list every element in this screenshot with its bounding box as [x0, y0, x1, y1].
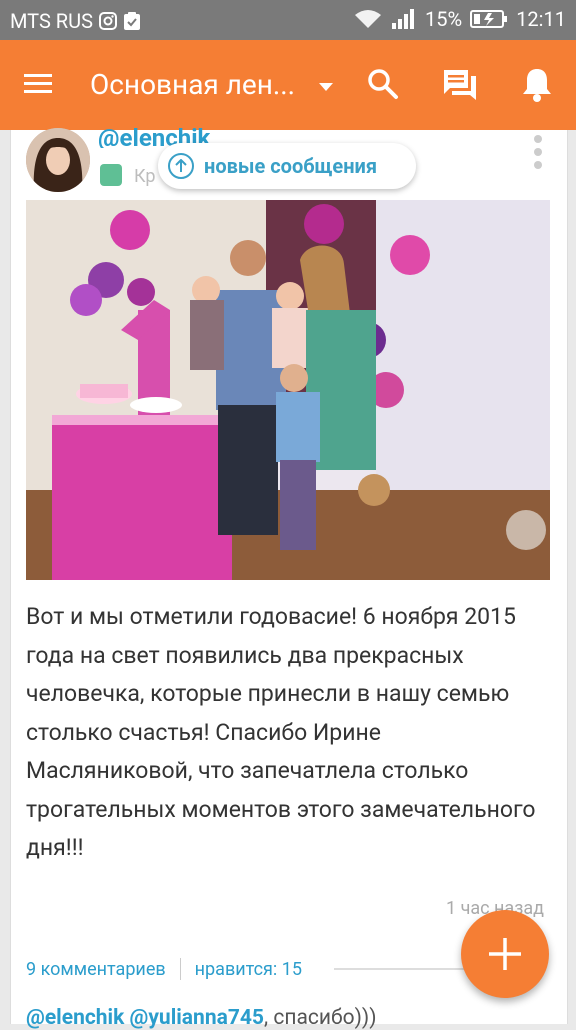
new-messages-pill[interactable]: новые сообщения: [158, 143, 416, 189]
comment-mentions[interactable]: @elenchik @yulianna745: [26, 1006, 264, 1030]
messages-icon[interactable]: [442, 68, 478, 102]
add-post-button[interactable]: [461, 910, 549, 998]
group-icon: [100, 164, 122, 186]
new-messages-label: новые сообщения: [204, 154, 378, 178]
feed-title[interactable]: Основная лен...: [90, 68, 295, 101]
signal-icon: [391, 8, 417, 30]
app-bar: Основная лен...: [0, 40, 576, 130]
comment-preview[interactable]: @elenchik @yulianna745, спасибо))): [26, 1006, 377, 1030]
clock: 12:11: [516, 7, 566, 31]
post-photo[interactable]: [26, 200, 550, 580]
comments-link[interactable]: 9 комментариев: [26, 959, 166, 980]
clipboard-icon: [123, 11, 141, 31]
wifi-icon: [353, 8, 383, 30]
comment-text: , спасибо))): [263, 1006, 377, 1030]
plus-icon: [489, 938, 521, 970]
avatar[interactable]: [26, 128, 90, 192]
arrow-up-icon: [168, 153, 194, 179]
status-bar: MTS RUS 15% 12:11: [0, 0, 576, 40]
stats-line: [334, 968, 464, 970]
search-icon[interactable]: [366, 67, 400, 101]
stats-divider: [179, 958, 181, 980]
notifications-icon[interactable]: [520, 66, 554, 104]
menu-icon[interactable]: [22, 70, 54, 98]
carrier-label: MTS RUS: [10, 9, 93, 33]
group-label[interactable]: Кр: [134, 166, 155, 187]
more-options-icon[interactable]: [532, 134, 544, 170]
instagram-icon: [98, 12, 117, 30]
battery-charging-icon: [470, 9, 508, 29]
dropdown-icon[interactable]: [318, 78, 334, 91]
post-stats: 9 комментариев нравится: 15: [26, 958, 302, 980]
battery-label: 15%: [425, 7, 463, 31]
likes-link[interactable]: нравится: 15: [195, 959, 302, 980]
post-text: Вот и мы отметили годовасие! 6 ноября 20…: [26, 603, 536, 861]
